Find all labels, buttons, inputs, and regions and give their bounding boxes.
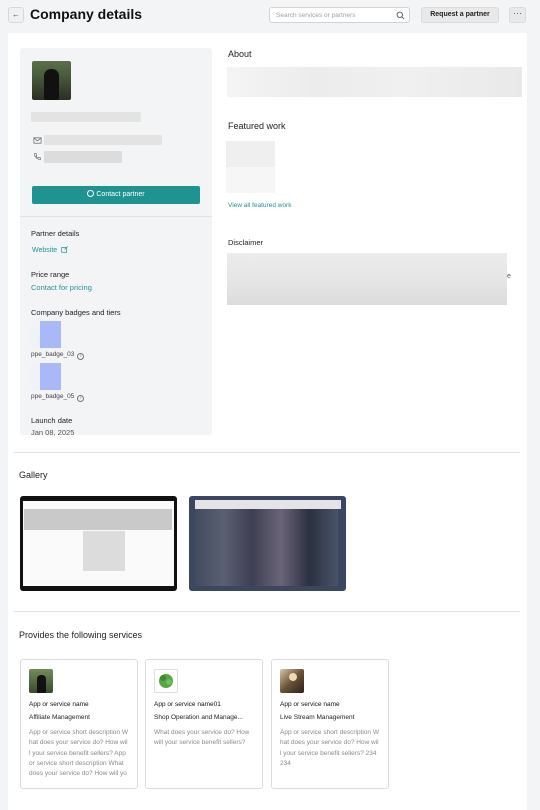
badges-label: Company badges and tiers	[31, 308, 121, 317]
featured-work-thumbnail[interactable]	[226, 141, 275, 193]
info-icon[interactable]: i	[77, 395, 85, 402]
service-card[interactable]: App or service name01 Shop Operation and…	[145, 659, 263, 789]
email-redacted	[44, 135, 162, 145]
divider	[13, 611, 520, 612]
service-name: App or service name	[29, 701, 89, 708]
main-panel: Contact partner Partner details Website …	[8, 33, 527, 810]
external-link-icon	[61, 246, 69, 253]
gallery-image[interactable]	[20, 496, 177, 591]
phone-icon	[34, 153, 41, 160]
partner-details-label: Partner details	[31, 229, 80, 238]
badge-name: ppe_badge_05 i	[31, 393, 85, 402]
plant-icon	[159, 674, 173, 688]
contact-partner-button[interactable]: Contact partner	[32, 186, 200, 204]
service-image	[154, 669, 178, 693]
badge-image	[31, 363, 61, 390]
back-button[interactable]: ←	[8, 7, 24, 23]
badge-name-text: ppe_badge_03	[31, 351, 75, 358]
disclaimer-fragment: e	[507, 273, 511, 280]
price-range-value: Contact for pricing	[31, 283, 92, 292]
website-label: Website	[32, 247, 58, 254]
disclaimer-text-redacted	[227, 253, 507, 305]
price-range-label: Price range	[31, 270, 70, 279]
service-name: App or service name01	[154, 701, 221, 708]
gallery-title: Gallery	[19, 470, 48, 480]
info-icon[interactable]: i	[77, 353, 85, 360]
company-avatar	[32, 61, 71, 100]
mail-icon	[33, 137, 42, 144]
badge-name: ppe_badge_03 i	[31, 351, 85, 360]
top-bar: ← Company details Request a partner ···	[0, 0, 540, 32]
view-all-featured-link[interactable]: View all featured work	[228, 202, 291, 209]
service-category: Live Stream Management	[280, 714, 355, 721]
phone-redacted	[44, 151, 122, 163]
more-options-button[interactable]: ···	[509, 7, 526, 23]
service-image	[280, 669, 304, 693]
featured-work-title: Featured work	[228, 121, 286, 131]
profile-card: Contact partner Partner details Website …	[20, 48, 212, 437]
search-input[interactable]	[270, 8, 390, 22]
website-link[interactable]: Website	[32, 246, 69, 254]
disclaimer-title: Disclaimer	[228, 238, 264, 247]
service-description: App or service short description What do…	[29, 729, 128, 778]
service-category: Shop Operation and Manage...	[154, 714, 243, 721]
divider	[20, 216, 212, 217]
services-title: Provides the following services	[19, 630, 143, 640]
request-partner-button[interactable]: Request a partner	[421, 7, 499, 23]
service-description: App or service short description What do…	[280, 729, 379, 767]
service-card[interactable]: App or service name Live Stream Manageme…	[271, 659, 389, 789]
chat-icon	[87, 190, 95, 197]
divider	[13, 452, 520, 453]
badge-name-text: ppe_badge_05	[31, 393, 75, 400]
search-box[interactable]	[269, 7, 410, 23]
launch-date-value: Jan 08, 2025	[31, 428, 75, 437]
service-card[interactable]: App or service name Affiliate Management…	[20, 659, 138, 789]
gallery-image[interactable]	[189, 496, 346, 591]
page-title: Company details	[30, 6, 143, 22]
service-category: Affiliate Management	[29, 714, 90, 721]
search-icon[interactable]	[396, 11, 405, 20]
service-description: What does your service do? How will your…	[154, 729, 250, 747]
about-title: About	[228, 49, 252, 59]
company-name-redacted	[31, 112, 141, 122]
launch-date-label: Launch date	[31, 416, 73, 425]
about-text-redacted	[227, 67, 522, 97]
contact-partner-label: Contact partner	[96, 191, 145, 198]
badge-image	[31, 321, 61, 348]
service-name: App or service name	[280, 701, 340, 708]
service-image	[29, 669, 53, 693]
